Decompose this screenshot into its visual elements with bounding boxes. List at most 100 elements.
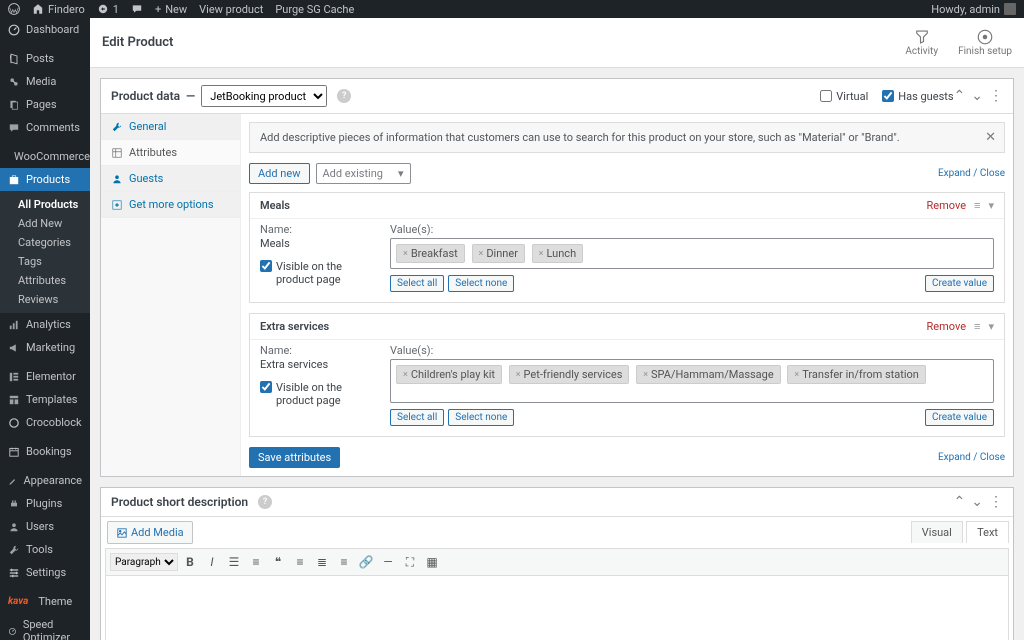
menu-woocommerce[interactable]: WooCommerce bbox=[0, 145, 90, 168]
short-desc-title: Product short description bbox=[111, 495, 248, 509]
dismiss-icon[interactable]: ✕ bbox=[985, 130, 996, 145]
values-input[interactable]: ×Children's play kit ×Pet-friendly servi… bbox=[390, 359, 994, 403]
menu-media[interactable]: Media bbox=[0, 70, 90, 93]
purge-cache[interactable]: Purge SG Cache bbox=[275, 3, 354, 16]
submenu-add-new[interactable]: Add New bbox=[0, 214, 90, 233]
values-input[interactable]: ×Breakfast ×Dinner ×Lunch bbox=[390, 238, 994, 269]
menu-plugins[interactable]: Plugins bbox=[0, 492, 90, 515]
tag[interactable]: ×Children's play kit bbox=[396, 365, 502, 384]
chevron-up-icon[interactable]: ⌃ bbox=[954, 88, 966, 104]
updates[interactable]: 1 bbox=[97, 3, 119, 16]
align-center-icon[interactable]: ≣ bbox=[312, 552, 332, 572]
italic-icon[interactable]: I bbox=[202, 552, 222, 572]
chevron-down-icon[interactable]: ⌄ bbox=[971, 494, 983, 510]
tag[interactable]: ×Lunch bbox=[532, 244, 583, 263]
menu-analytics[interactable]: Analytics bbox=[0, 313, 90, 336]
dots-icon[interactable]: ⋮ bbox=[989, 494, 1003, 510]
menu-crocoblock[interactable]: Crocoblock bbox=[0, 411, 90, 434]
text-tab[interactable]: Text bbox=[966, 521, 1009, 543]
fullscreen-icon[interactable]: ⛶ bbox=[400, 552, 420, 572]
new-content[interactable]: + New bbox=[155, 3, 187, 16]
menu-tools[interactable]: Tools bbox=[0, 538, 90, 561]
more-icon[interactable]: — bbox=[378, 552, 398, 572]
menu-speed[interactable]: Speed Optimizer bbox=[0, 613, 90, 640]
attributes-notice: Add descriptive pieces of information th… bbox=[249, 122, 1005, 153]
create-value-button[interactable]: Create value bbox=[925, 275, 994, 292]
collapse-icon[interactable]: ▾ bbox=[988, 199, 994, 212]
select-all-button[interactable]: Select all bbox=[390, 275, 444, 292]
help-icon[interactable]: ? bbox=[337, 89, 351, 103]
activity-button[interactable]: Activity bbox=[905, 28, 938, 57]
bold-icon[interactable]: B bbox=[180, 552, 200, 572]
tab-more-options[interactable]: Get more options bbox=[101, 192, 240, 218]
dots-icon[interactable]: ⋮ bbox=[989, 88, 1003, 104]
expand-collapse-link[interactable]: Expand / Close bbox=[938, 168, 1005, 179]
virtual-checkbox[interactable]: Virtual bbox=[820, 90, 868, 103]
add-new-button[interactable]: Add new bbox=[249, 163, 310, 184]
tag[interactable]: ×Breakfast bbox=[396, 244, 465, 263]
tag[interactable]: ×Transfer in/from station bbox=[787, 365, 925, 384]
tag[interactable]: ×SPA/Hammam/Massage bbox=[636, 365, 780, 384]
number-list-icon[interactable]: ≡ bbox=[246, 552, 266, 572]
view-product[interactable]: View product bbox=[199, 3, 263, 16]
tab-general[interactable]: General bbox=[101, 114, 240, 140]
help-icon[interactable]: ? bbox=[258, 495, 272, 509]
menu-comments[interactable]: Comments bbox=[0, 116, 90, 139]
tag[interactable]: ×Dinner bbox=[472, 244, 525, 263]
toolbar-toggle-icon[interactable]: ▦ bbox=[422, 552, 442, 572]
align-left-icon[interactable]: ≡ bbox=[290, 552, 310, 572]
menu-users[interactable]: Users bbox=[0, 515, 90, 538]
submenu-attributes[interactable]: Attributes bbox=[0, 271, 90, 290]
visible-checkbox[interactable]: Visible on the product page bbox=[260, 381, 370, 407]
select-none-button[interactable]: Select none bbox=[448, 275, 514, 292]
submenu-all-products[interactable]: All Products bbox=[0, 195, 90, 214]
save-attributes-button[interactable]: Save attributes bbox=[249, 447, 340, 468]
menu-posts[interactable]: Posts bbox=[0, 47, 90, 70]
menu-dashboard[interactable]: Dashboard bbox=[0, 18, 90, 41]
submenu-categories[interactable]: Categories bbox=[0, 233, 90, 252]
collapse-icon[interactable]: ▾ bbox=[988, 320, 994, 333]
product-type-select[interactable]: JetBooking product bbox=[201, 85, 327, 107]
menu-appearance[interactable]: Appearance bbox=[0, 469, 90, 492]
create-value-button[interactable]: Create value bbox=[925, 409, 994, 426]
remove-link[interactable]: Remove bbox=[927, 320, 967, 333]
menu-elementor[interactable]: Elementor bbox=[0, 365, 90, 388]
menu-products[interactable]: Products bbox=[0, 168, 90, 191]
select-all-button[interactable]: Select all bbox=[390, 409, 444, 426]
drag-handle-icon[interactable]: ≡ bbox=[974, 320, 980, 333]
has-guests-checkbox[interactable]: Has guests bbox=[882, 90, 953, 103]
bullet-list-icon[interactable]: ☰ bbox=[224, 552, 244, 572]
menu-marketing[interactable]: Marketing bbox=[0, 336, 90, 359]
select-none-button[interactable]: Select none bbox=[448, 409, 514, 426]
menu-theme[interactable]: kavaTheme bbox=[0, 590, 90, 613]
menu-pages[interactable]: Pages bbox=[0, 93, 90, 116]
add-existing-select[interactable]: Add existing▾ bbox=[316, 163, 411, 184]
menu-templates[interactable]: Templates bbox=[0, 388, 90, 411]
visual-tab[interactable]: Visual bbox=[911, 521, 963, 543]
tag[interactable]: ×Pet-friendly services bbox=[509, 365, 630, 384]
link-icon[interactable]: 🔗 bbox=[356, 552, 376, 572]
account-menu[interactable]: Howdy, admin bbox=[931, 3, 1016, 16]
remove-link[interactable]: Remove bbox=[927, 199, 967, 212]
add-media-button[interactable]: Add Media bbox=[107, 521, 193, 544]
page-title: Edit Product bbox=[102, 35, 905, 50]
editor-textarea[interactable] bbox=[105, 576, 1009, 640]
align-right-icon[interactable]: ≡ bbox=[334, 552, 354, 572]
chevron-down-icon[interactable]: ⌄ bbox=[971, 88, 983, 104]
submenu-tags[interactable]: Tags bbox=[0, 252, 90, 271]
submenu-reviews[interactable]: Reviews bbox=[0, 290, 90, 309]
quote-icon[interactable]: ❝ bbox=[268, 552, 288, 572]
expand-collapse-link[interactable]: Expand / Close bbox=[938, 452, 1005, 463]
menu-bookings[interactable]: Bookings bbox=[0, 440, 90, 463]
comments-indicator[interactable] bbox=[131, 3, 143, 15]
finish-setup-button[interactable]: Finish setup bbox=[958, 28, 1012, 57]
visible-checkbox[interactable]: Visible on the product page bbox=[260, 260, 370, 286]
chevron-up-icon[interactable]: ⌃ bbox=[954, 494, 966, 510]
format-select[interactable]: Paragraph bbox=[110, 553, 178, 571]
menu-settings[interactable]: Settings bbox=[0, 561, 90, 584]
tab-attributes[interactable]: Attributes bbox=[101, 140, 240, 166]
tab-guests[interactable]: Guests bbox=[101, 166, 240, 192]
site-name[interactable]: Findero bbox=[32, 3, 85, 16]
drag-handle-icon[interactable]: ≡ bbox=[974, 199, 980, 212]
wp-logo[interactable] bbox=[8, 3, 20, 15]
